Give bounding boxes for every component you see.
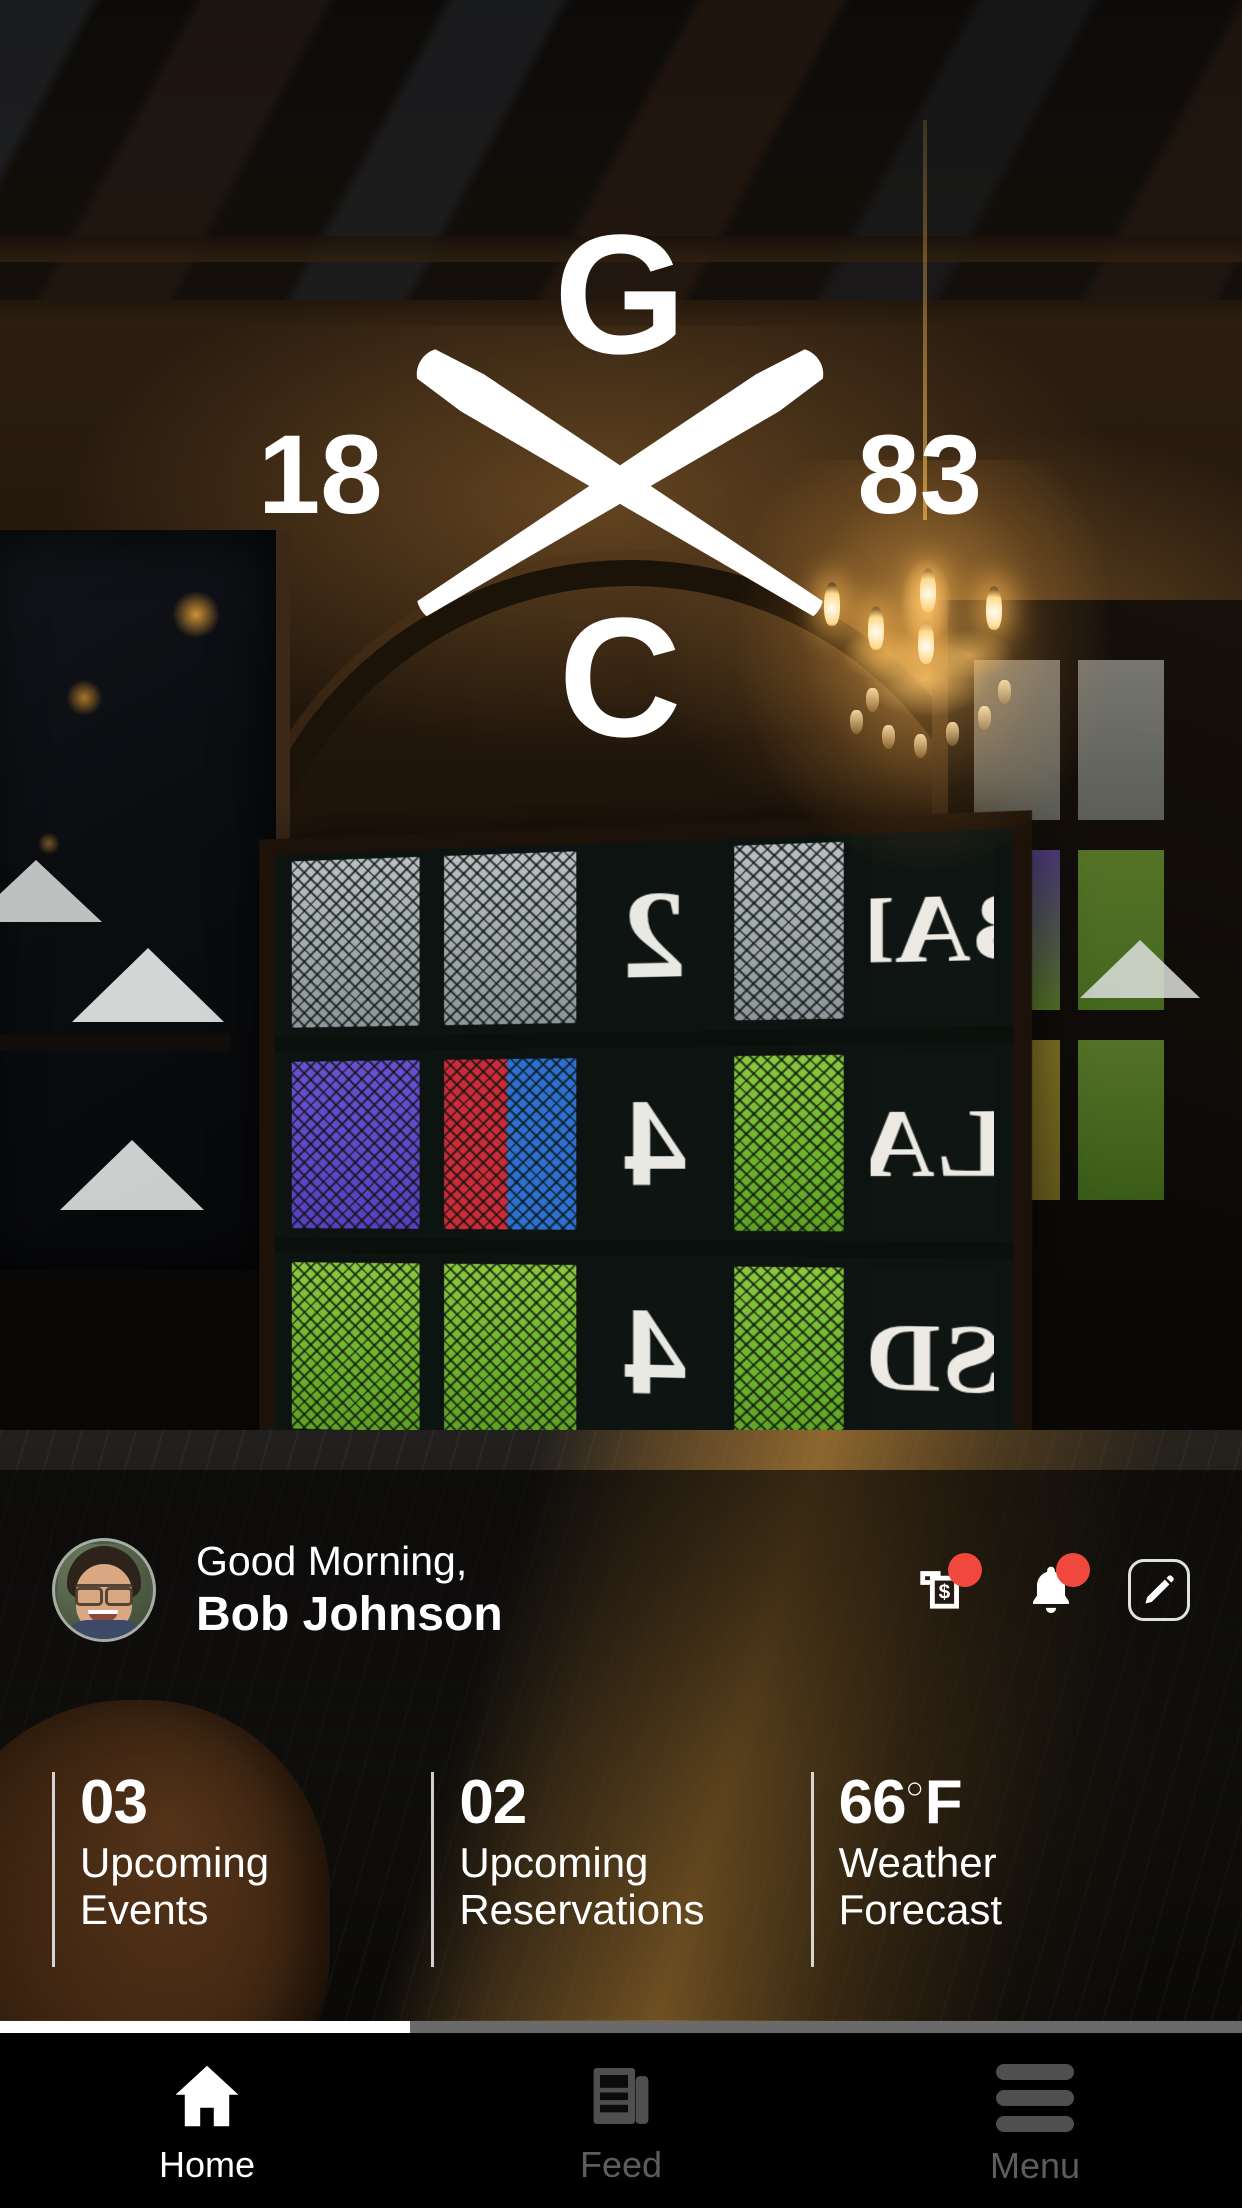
stat-value: 66 xyxy=(838,1768,907,1837)
lamp-shade xyxy=(0,860,102,922)
scoreboard-number: 4 xyxy=(601,1056,708,1231)
stat-divider xyxy=(52,1772,55,1967)
lamp-shade xyxy=(1080,940,1200,998)
scoreboard-team: LA xyxy=(862,1052,1002,1233)
bar-shelf xyxy=(0,1035,230,1051)
nav-label-menu: Menu xyxy=(989,2144,1081,2186)
notifications-button[interactable] xyxy=(1020,1553,1090,1621)
billing-badge xyxy=(948,1553,982,1587)
notifications-badge xyxy=(1056,1553,1090,1587)
avatar[interactable] xyxy=(52,1538,156,1642)
stat-upcoming-reservations[interactable]: 02 Upcoming Reservations xyxy=(431,1770,810,2000)
logo-top-letter: G xyxy=(553,200,687,390)
scroll-progress-track[interactable] xyxy=(0,2021,1242,2033)
degree-symbol: ○ xyxy=(905,1772,924,1805)
nav-label-feed: Feed xyxy=(579,2143,663,2185)
hamburger-icon xyxy=(996,2063,1074,2132)
stats-row: 03 Upcoming Events 02 Upcoming Reservati… xyxy=(0,1770,1242,2000)
nav-item-feed[interactable]: Feed xyxy=(414,2059,828,2183)
scoreboard-number: 2 xyxy=(601,846,708,1023)
home-icon xyxy=(175,2065,239,2126)
greeting-user-name: Bob Johnson xyxy=(196,1587,503,1641)
greeting-bar: Good Morning, Bob Johnson $ xyxy=(0,1525,1242,1655)
scoreboard-number: 4 xyxy=(601,1265,708,1441)
stat-divider xyxy=(810,1772,814,1967)
stat-upcoming-events[interactable]: 03 Upcoming Events xyxy=(52,1770,431,2000)
stat-label: Weather Forecast xyxy=(838,1839,1003,1934)
stat-value: 03 xyxy=(80,1768,148,1837)
greeting-actions: $ xyxy=(912,1553,1190,1621)
club-logo: G C 18 83 xyxy=(258,210,982,763)
logo-year-left: 18 xyxy=(258,411,383,537)
scoreboard-team: SD xyxy=(863,1267,1001,1449)
stat-value: 02 xyxy=(459,1768,527,1837)
bottom-navigation: Home Feed Menu xyxy=(0,2033,1242,2208)
stat-divider xyxy=(431,1772,435,1967)
app-screen: 2 BAL 4 LA 4 SD G C 18 83 Good Morning, … xyxy=(0,0,1242,2208)
stat-label: Upcoming Reservations xyxy=(459,1839,705,1934)
lamp-shade xyxy=(60,1140,204,1210)
scroll-progress-thumb[interactable] xyxy=(0,2021,410,2033)
newspaper-icon xyxy=(593,2067,649,2124)
logo-year-right: 83 xyxy=(857,411,982,537)
edit-profile-button[interactable] xyxy=(1128,1559,1190,1621)
temperature-unit: F xyxy=(924,1768,963,1837)
lamp-shade xyxy=(72,948,224,1022)
greeting-salutation: Good Morning, xyxy=(196,1537,468,1584)
edit-profile-pencil-icon xyxy=(1145,1575,1174,1604)
nav-item-home[interactable]: Home xyxy=(0,2059,414,2183)
greeting-text: Good Morning, Bob Johnson xyxy=(196,1536,503,1645)
svg-text:$: $ xyxy=(939,1581,951,1604)
billing-receipt-button[interactable]: $ xyxy=(912,1553,982,1621)
vintage-scoreboard: 2 BAL 4 LA 4 SD xyxy=(275,828,1014,1522)
nav-item-menu[interactable]: Menu xyxy=(828,2058,1242,2184)
stat-label: Upcoming Events xyxy=(80,1839,270,1934)
nav-label-home: Home xyxy=(158,2143,256,2185)
stat-weather-forecast[interactable]: 66 ○ F Weather Forecast xyxy=(810,1768,1190,2000)
logo-bottom-letter: C xyxy=(558,583,682,773)
